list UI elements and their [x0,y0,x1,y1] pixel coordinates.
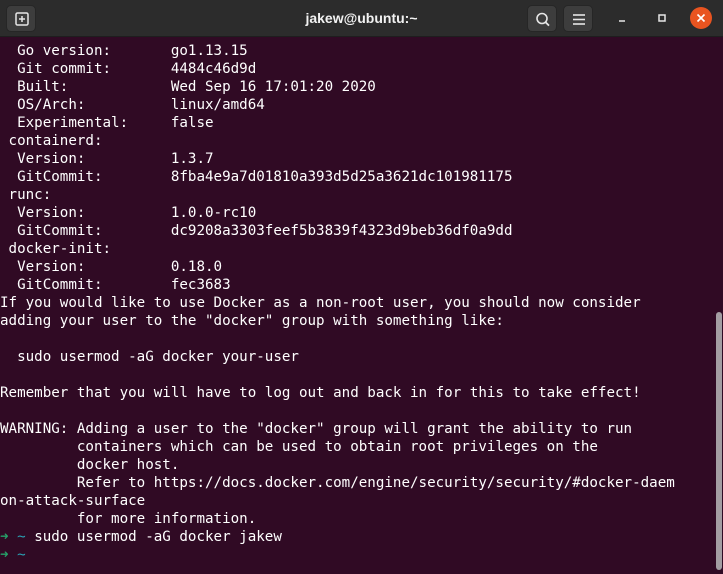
terminal-line: WARNING: Adding a user to the "docker" g… [0,421,633,437]
terminal-line: Built: Wed Sep 16 17:01:20 2020 [0,79,376,95]
terminal-line: GitCommit: 8fba4e9a7d01810a393d5d25a3621… [0,169,513,185]
terminal-line: Experimental: false [0,115,214,131]
terminal-line: on-attack-surface [0,493,146,509]
close-icon [696,13,706,23]
search-icon [536,12,550,27]
new-tab-button[interactable] [6,5,36,32]
minimize-button[interactable] [611,7,633,29]
terminal-window: jakew@ubuntu:~ Go version: go1.13.15 Git… [0,0,723,574]
terminal-line: Version: 0.18.0 [0,259,223,275]
terminal-line: adding your user to the "docker" group w… [0,313,504,329]
terminal-line: Refer to https://docs.docker.com/engine/… [0,475,675,491]
maximize-button[interactable] [651,7,673,29]
terminal-line: sudo usermod -aG docker your-user [0,349,299,365]
terminal-line: OS/Arch: linux/amd64 [0,97,265,113]
terminal-line: Git commit: 4484c46d9d [0,61,257,77]
scrollbar-thumb[interactable] [716,312,722,570]
terminal-line: Version: 1.0.0-rc10 [0,205,257,221]
search-button[interactable] [527,5,557,32]
terminal-line: runc: [0,187,52,203]
terminal-line: for more information. [0,511,257,527]
hamburger-menu-icon [573,14,585,25]
prompt-directory: ~ [17,529,26,545]
prompt-arrow-icon: ➜ [0,529,9,545]
new-tab-icon [15,12,29,26]
terminal-line: GitCommit: dc9208a3303feef5b3839f4323d9b… [0,223,513,239]
terminal-line: Go version: go1.13.15 [0,43,248,59]
close-button[interactable] [690,7,712,29]
terminal-line: GitCommit: fec3683 [0,277,231,293]
terminal-line: docker host. [0,457,180,473]
terminal-line: containerd: [0,133,103,149]
terminal-line: If you would like to use Docker as a non… [0,295,641,311]
header-bar: jakew@ubuntu:~ [0,0,723,37]
terminal-line: containers which can be used to obtain r… [0,439,598,455]
terminal-line: docker-init: [0,241,112,257]
maximize-icon [658,14,666,22]
prompt-directory: ~ [17,547,26,563]
terminal-line: Remember that you will have to log out a… [0,385,641,401]
prompt-line[interactable]: ➜ ~ [0,546,34,564]
menu-button[interactable] [563,5,593,32]
terminal-line: Version: 1.3.7 [0,151,214,167]
prompt-command: sudo usermod -aG docker jakew [34,529,282,545]
prompt-line: ➜ ~ sudo usermod -aG docker jakew [0,528,282,546]
minimize-icon [619,20,625,22]
prompt-arrow-icon: ➜ [0,547,9,563]
terminal-output[interactable]: Go version: go1.13.15 Git commit: 4484c4… [0,37,716,574]
